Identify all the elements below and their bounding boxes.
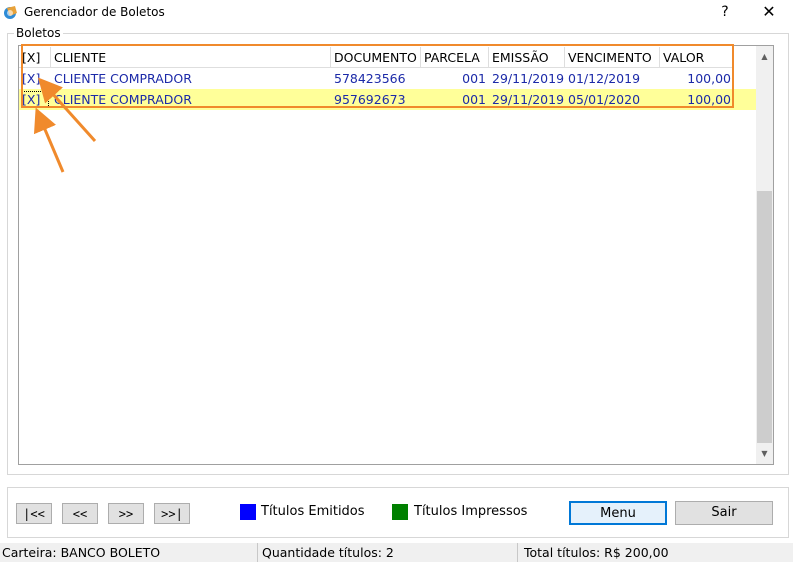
close-button[interactable]: ✕	[747, 0, 791, 24]
cell-parcela: 001	[462, 92, 486, 107]
last-page-button[interactable]: >>|	[154, 503, 190, 524]
scroll-up-icon[interactable]: ▲	[756, 48, 773, 65]
row-select-checkbox[interactable]: [X]	[19, 89, 51, 110]
app-icon	[4, 6, 17, 19]
legend-label-emitidos: Títulos Emitidos	[261, 504, 365, 519]
title-bar: Gerenciador de Boletos ? ✕	[0, 0, 793, 24]
boletos-group-label: Boletos	[14, 26, 63, 40]
col-header-parcela[interactable]: PARCELA	[421, 47, 489, 68]
status-carteira: Carteira: BANCO BOLETO	[0, 543, 258, 562]
cell-valor: 100,00	[687, 92, 731, 107]
legend-swatch-impressos	[392, 504, 408, 520]
scroll-down-icon[interactable]: ▼	[756, 445, 773, 462]
next-page-button[interactable]: >>	[108, 503, 144, 524]
exit-button[interactable]: Sair	[675, 501, 773, 525]
cell-valor: 100,00	[687, 71, 731, 86]
col-header-select[interactable]: [X]	[19, 47, 51, 68]
boletos-grid[interactable]: [X] CLIENTE DOCUMENTO PARCELA EMISSÃO VE…	[18, 45, 774, 465]
status-quantidade: Quantidade títulos: 2	[258, 543, 518, 562]
previous-page-button[interactable]: <<	[62, 503, 98, 524]
cell-emissao: 29/11/2019	[492, 92, 565, 107]
status-total: Total títulos: R$ 200,00	[524, 545, 669, 560]
col-header-valor[interactable]: VALOR	[660, 47, 734, 68]
col-header-documento[interactable]: DOCUMENTO	[331, 47, 421, 68]
table-row[interactable]: [X] CLIENTE COMPRADOR 957692673 001 29/1…	[19, 89, 756, 110]
help-button[interactable]: ?	[703, 0, 747, 24]
cell-vencimento: 05/01/2020	[568, 92, 641, 107]
col-header-cliente[interactable]: CLIENTE	[51, 47, 331, 68]
legend-label-impressos: Títulos Impressos	[414, 504, 528, 519]
first-page-button[interactable]: |<<	[16, 503, 52, 524]
cell-vencimento: 01/12/2019	[568, 71, 641, 86]
cell-cliente: CLIENTE COMPRADOR	[54, 92, 192, 107]
cell-emissao: 29/11/2019	[492, 71, 565, 86]
scroll-thumb[interactable]	[757, 191, 772, 443]
col-header-emissao[interactable]: EMISSÃO	[489, 47, 565, 68]
row-select-checkbox[interactable]: [X]	[19, 68, 51, 89]
window-title: Gerenciador de Boletos	[24, 5, 165, 19]
table-row[interactable]: [X] CLIENTE COMPRADOR 578423566 001 29/1…	[19, 68, 756, 89]
status-bar: Carteira: BANCO BOLETO Quantidade título…	[0, 543, 793, 562]
vertical-scrollbar[interactable]: ▲ ▼	[756, 46, 773, 464]
menu-button[interactable]: Menu	[569, 501, 667, 525]
col-header-vencimento[interactable]: VENCIMENTO	[565, 47, 660, 68]
cell-cliente: CLIENTE COMPRADOR	[54, 71, 192, 86]
legend-swatch-emitidos	[240, 504, 256, 520]
cell-parcela: 001	[462, 71, 486, 86]
cell-documento: 957692673	[334, 92, 406, 107]
cell-documento: 578423566	[334, 71, 406, 86]
